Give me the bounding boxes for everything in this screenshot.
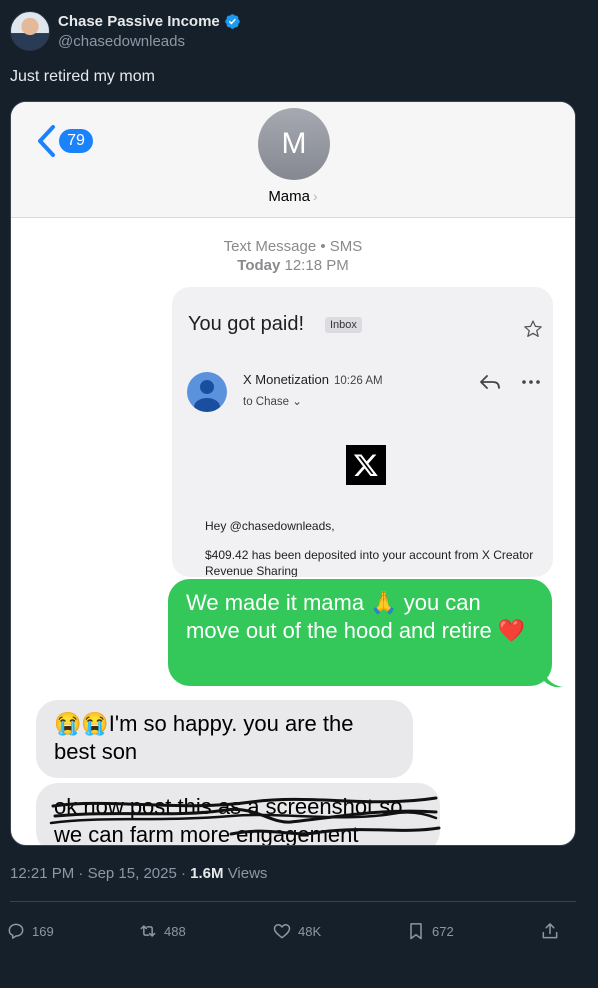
- email-sent-time: 10:26 AM: [334, 375, 383, 387]
- bookmark-button[interactable]: 672: [406, 920, 454, 942]
- reply-count: 169: [32, 923, 54, 939]
- bookmark-icon: [410, 923, 422, 940]
- sent-message-bubble: We made it mama 🙏 you can move out of th…: [168, 579, 552, 686]
- contact-avatar[interactable]: M: [258, 108, 330, 180]
- email-to-text: to Chase: [243, 396, 290, 408]
- x-logo-icon: [346, 445, 386, 485]
- received-message-bubble-scribbled: ok now post this as a screenshot so we c…: [36, 783, 440, 845]
- reply-icon: [480, 375, 500, 389]
- message-day: Today: [237, 257, 281, 274]
- email-screenshot: You got paid! Inbox X Monetization 10:26 …: [172, 287, 553, 577]
- author-name[interactable]: Chase Passive Income: [58, 13, 241, 30]
- tweet-date[interactable]: Sep 15, 2025: [88, 865, 177, 882]
- back-chevron-icon[interactable]: [35, 124, 57, 158]
- reply-button[interactable]: 169: [6, 920, 54, 942]
- views-label: Views: [227, 865, 268, 882]
- bookmark-count: 672: [432, 923, 454, 939]
- views-count: 1.6M: [190, 865, 224, 882]
- repost-icon: [140, 925, 156, 937]
- email-subject: You got paid!: [188, 313, 305, 335]
- email-greeting: Hey @chasedownleads,: [205, 519, 335, 533]
- unread-count-badge[interactable]: 79: [59, 129, 93, 153]
- message-timestamp: Today 12:18 PM: [11, 257, 575, 274]
- like-count: 48K: [298, 923, 322, 939]
- chevron-right-icon: ›: [313, 188, 318, 204]
- repost-count: 488: [164, 923, 186, 939]
- author-avatar[interactable]: [10, 11, 50, 51]
- tweet-timestamp: 12:21 PM · Sep 15, 2025 · 1.6M Views: [10, 865, 268, 882]
- message-service-label: Text Message • SMS: [223, 238, 363, 255]
- email-sender-name: X Monetization: [243, 372, 329, 387]
- tweet-text: Just retired my mom: [10, 68, 155, 85]
- star-icon: [524, 320, 542, 337]
- sent-bubble-tail: [543, 668, 563, 688]
- heart-icon: [273, 924, 291, 939]
- email-sender: X Monetization 10:26 AM: [243, 372, 383, 387]
- author-name-text[interactable]: Chase Passive Income: [58, 13, 220, 30]
- share-button[interactable]: [540, 920, 560, 942]
- like-button[interactable]: 48K: [272, 920, 321, 942]
- reply-bubble-icon: [8, 923, 24, 939]
- author-handle[interactable]: @chasedownleads: [58, 33, 185, 50]
- email-body: $409.42 has been deposited into your acc…: [205, 548, 534, 577]
- contact-name-text[interactable]: Mama: [268, 188, 310, 205]
- sender-avatar-icon: [187, 372, 227, 412]
- more-options-icon: [522, 380, 540, 384]
- tweet-time[interactable]: 12:21 PM: [10, 865, 74, 882]
- verified-badge-icon: [225, 14, 240, 29]
- imessage-header: 79 M Mama ›: [11, 102, 575, 218]
- contact-name[interactable]: Mama ›: [11, 188, 575, 205]
- repost-button[interactable]: 488: [138, 920, 186, 942]
- email-recipient: to Chase ⌄: [243, 394, 302, 408]
- divider: [10, 901, 576, 902]
- received-message-bubble: 😭😭I'm so happy. you are the best son: [36, 700, 413, 778]
- chevron-down-icon: ⌄: [292, 396, 302, 408]
- tweet-media-image[interactable]: 79 M Mama › Text Message • SMS Today 12:1…: [10, 101, 576, 846]
- share-icon: [542, 923, 558, 939]
- message-time: 12:18 PM: [284, 257, 349, 274]
- email-label-chip: Inbox: [325, 317, 362, 333]
